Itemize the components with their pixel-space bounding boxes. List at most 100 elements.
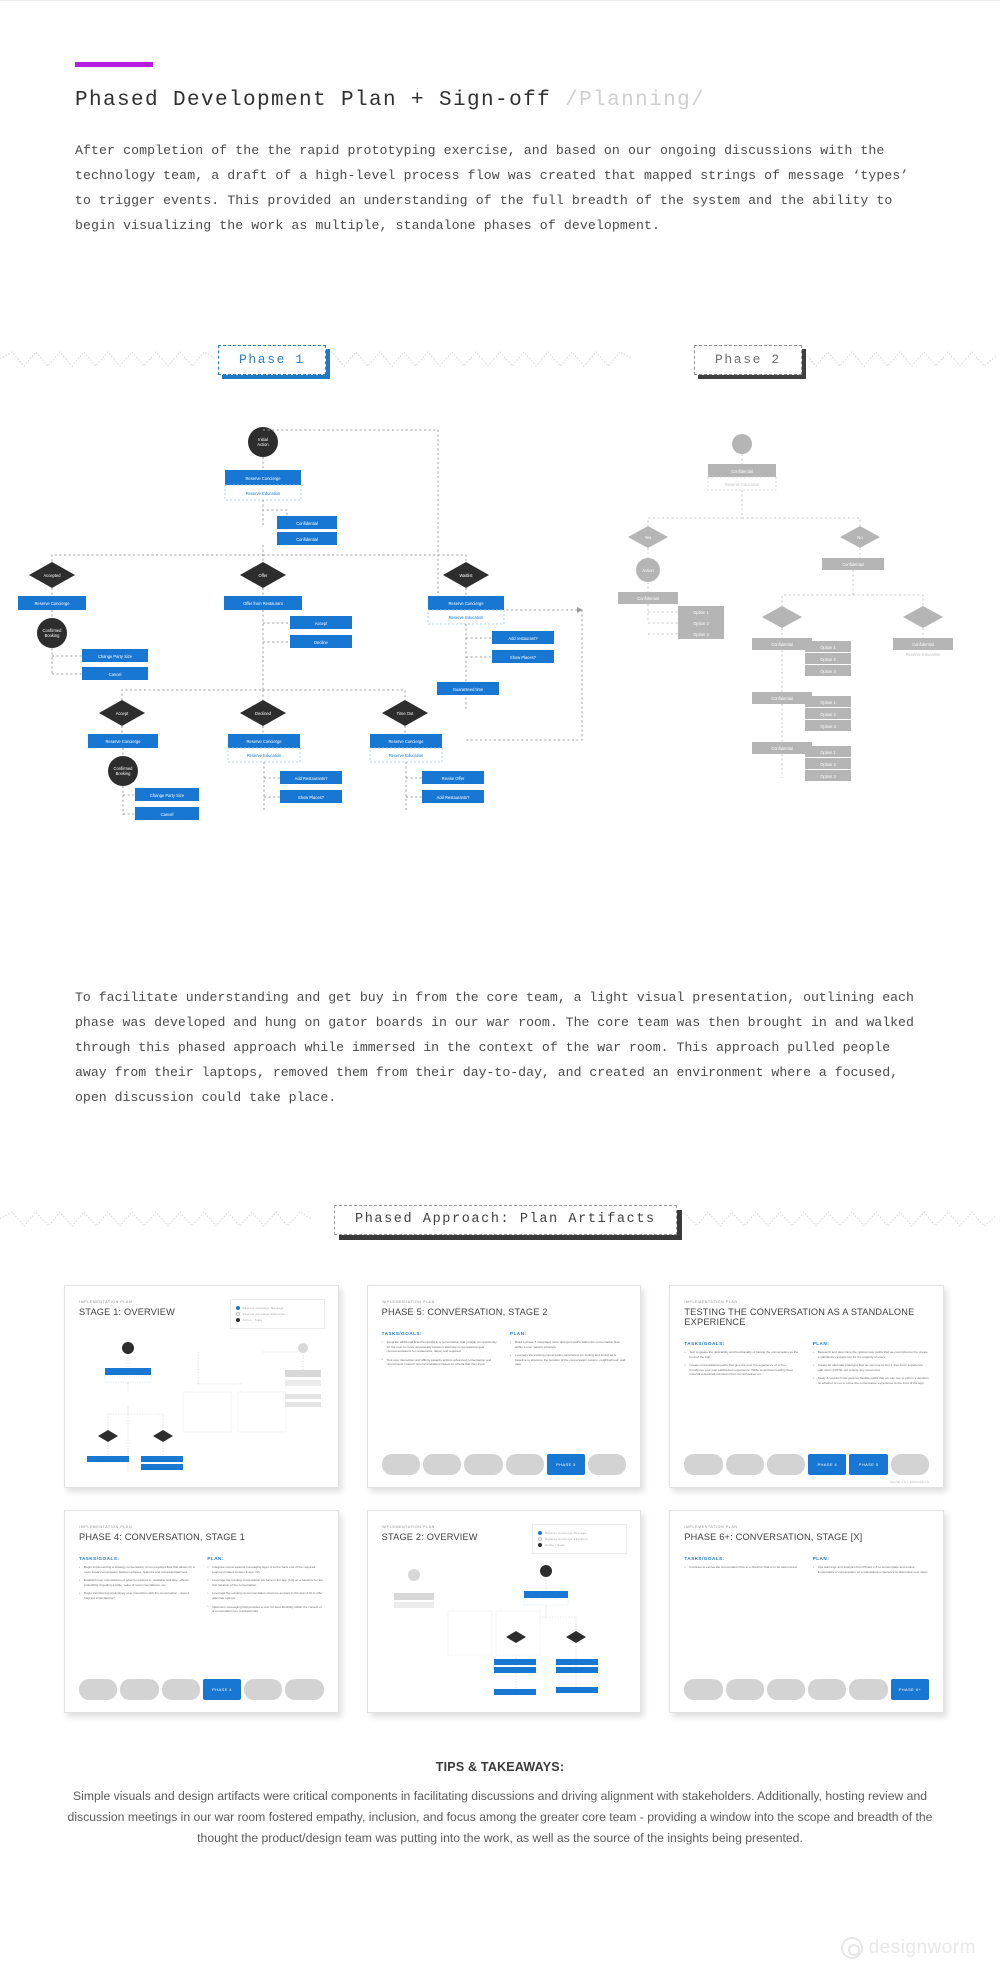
card-mini-diagram bbox=[376, 1559, 638, 1709]
legend-label: Action / State bbox=[545, 1543, 565, 1547]
phase-chip[interactable] bbox=[849, 1679, 888, 1700]
phase-chip-active[interactable]: PHASE 4 bbox=[202, 1679, 242, 1700]
svg-text:Show Places?: Show Places? bbox=[298, 795, 325, 800]
card-bullet: Use learnings and analytics from Phase 1… bbox=[813, 1564, 929, 1574]
svg-text:Confidential: Confidential bbox=[296, 537, 318, 542]
card-bullet: Leverage the existing conversation param… bbox=[510, 1353, 626, 1367]
card-bullet: Build a phase 5 integrated more divergen… bbox=[510, 1339, 626, 1349]
phase-chip[interactable] bbox=[684, 1679, 723, 1700]
svg-text:Confidential: Confidential bbox=[771, 696, 793, 701]
phase-chip-active[interactable]: PHASE 6+ bbox=[890, 1679, 930, 1700]
phase-chip[interactable] bbox=[890, 1454, 930, 1475]
phase-chip[interactable] bbox=[381, 1454, 420, 1475]
legend-dot-white bbox=[235, 1312, 240, 1316]
artifact-card-4[interactable]: IMPLEMENTATION PLAN PHASE 4: CONVERSATIO… bbox=[64, 1510, 339, 1713]
phase-chip[interactable] bbox=[725, 1679, 764, 1700]
card-column-head: PLAN: bbox=[510, 1331, 527, 1336]
svg-text:Reserve Education: Reserve Education bbox=[247, 753, 282, 758]
phase-chip[interactable] bbox=[684, 1454, 723, 1475]
artifact-card-grid: IMPLEMENTATION PLAN STAGE 1: OVERVIEW Re… bbox=[64, 1285, 945, 1735]
phase-chip[interactable] bbox=[120, 1679, 159, 1700]
phase-chip-active[interactable]: PHASE 5 bbox=[849, 1454, 888, 1475]
phase-chip-active[interactable]: PHASE 4 bbox=[808, 1454, 847, 1475]
phase-chip[interactable] bbox=[505, 1454, 544, 1475]
svg-text:Confidential: Confidential bbox=[842, 562, 864, 567]
svg-text:Guaranteed time: Guaranteed time bbox=[453, 687, 484, 692]
artifact-card-3[interactable]: IMPLEMENTATION PLAN TESTING THE CONVERSA… bbox=[669, 1285, 945, 1488]
tab-phase-1[interactable]: Phase 1 bbox=[218, 345, 326, 375]
svg-text:Decline: Decline bbox=[314, 640, 328, 645]
svg-text:Accept: Accept bbox=[315, 621, 328, 626]
legend-dot-dark bbox=[538, 1543, 543, 1547]
svg-text:Confidential: Confidential bbox=[912, 642, 934, 647]
svg-text:Add Restaurants?: Add Restaurants? bbox=[437, 795, 470, 800]
phase-chip[interactable] bbox=[464, 1454, 503, 1475]
legend-label: Reserve Concierge Message bbox=[242, 1306, 284, 1310]
card-bullet: Integrate additional branches/paths in a… bbox=[382, 1340, 498, 1354]
card-column-plan: PLAN: Research and determine the optimal… bbox=[813, 1341, 929, 1390]
phase-chip[interactable] bbox=[766, 1454, 806, 1475]
node-p2-diamond-right bbox=[903, 606, 943, 628]
svg-text:Option 1: Option 1 bbox=[820, 750, 836, 755]
svg-text:No: No bbox=[857, 535, 863, 540]
artifact-card-6[interactable]: IMPLEMENTATION PLAN PHASE 6+: CONVERSATI… bbox=[669, 1510, 945, 1713]
card-legend: Reserve Concierge Message Reserve Concie… bbox=[532, 1524, 628, 1554]
phase-chip[interactable] bbox=[725, 1454, 764, 1475]
banner-plan-artifacts[interactable]: Phased Approach: Plan Artifacts bbox=[334, 1205, 677, 1235]
phase-chip[interactable] bbox=[422, 1454, 462, 1475]
svg-text:Confidential: Confidential bbox=[771, 642, 793, 647]
svg-text:Offer from Restaurant: Offer from Restaurant bbox=[243, 601, 283, 606]
card-phase-note: PHASE 4 & 5 DISCUSSION bbox=[889, 1481, 930, 1484]
phase-chip[interactable] bbox=[808, 1679, 847, 1700]
card-bullet: Maximum messaging that provides a user f… bbox=[207, 1604, 323, 1614]
card-title: PHASE 5: CONVERSATION, STAGE 2 bbox=[381, 1307, 548, 1317]
card-bullet: Begin implementing a strategy conversati… bbox=[79, 1564, 195, 1574]
card-column-tasks: TASKS/GOALS: Continue to evolve the conv… bbox=[684, 1556, 800, 1578]
phase-chip[interactable] bbox=[285, 1679, 324, 1700]
card-eyebrow: IMPLEMENTATION PLAN bbox=[684, 1525, 738, 1529]
svg-text:Option 1: Option 1 bbox=[693, 610, 709, 615]
phase-chip[interactable] bbox=[161, 1679, 200, 1700]
svg-text:Change Party Size: Change Party Size bbox=[98, 654, 133, 659]
card-bullet: Leverage the existing recommendation str… bbox=[207, 1591, 323, 1600]
card-columns: TASKS/GOALS: Begin implementing a strate… bbox=[79, 1556, 324, 1618]
phase-chip[interactable] bbox=[766, 1679, 806, 1700]
artifact-card-5[interactable]: IMPLEMENTATION PLAN STAGE 2: OVERVIEW Re… bbox=[366, 1510, 642, 1713]
legend-label: Reserve Concierge Education bbox=[545, 1537, 588, 1541]
card-phase-bar: PHASE 6+ bbox=[684, 1679, 930, 1700]
legend-label: Reserve Concierge Message bbox=[545, 1531, 587, 1535]
legend-dot-dark bbox=[235, 1318, 240, 1322]
accent-bar bbox=[75, 62, 153, 67]
svg-text:Yes: Yes bbox=[645, 535, 652, 540]
card-columns: TASKS/GOALS: Test to gauge the desirabil… bbox=[684, 1341, 929, 1390]
legend-label: Action / State bbox=[242, 1318, 263, 1322]
svg-text:Declined: Declined bbox=[255, 711, 272, 716]
phase-chip[interactable] bbox=[588, 1454, 627, 1475]
card-title: TESTING THE CONVERSATION AS A STANDALONE… bbox=[684, 1307, 915, 1327]
svg-text:Reserve Concierge: Reserve Concierge bbox=[34, 601, 70, 606]
card-phase-bar: PHASE 5 bbox=[381, 1454, 627, 1475]
legend-dot-blue bbox=[235, 1306, 240, 1310]
svg-text:Show Places?: Show Places? bbox=[510, 655, 537, 660]
svg-text:Cancel: Cancel bbox=[161, 812, 174, 817]
svg-text:Booking: Booking bbox=[45, 633, 61, 638]
card-column-tasks: TASKS/GOALS: Integrate additional branch… bbox=[382, 1331, 498, 1371]
phase-chip[interactable] bbox=[79, 1679, 118, 1700]
svg-text:Reserve Education: Reserve Education bbox=[906, 652, 941, 657]
tab-phase-2[interactable]: Phase 2 bbox=[694, 345, 802, 375]
phase-chip[interactable] bbox=[244, 1679, 283, 1700]
svg-text:Revise Offer: Revise Offer bbox=[442, 776, 465, 781]
svg-text:Accepted: Accepted bbox=[43, 573, 61, 578]
artifact-card-1[interactable]: IMPLEMENTATION PLAN STAGE 1: OVERVIEW Re… bbox=[64, 1285, 339, 1488]
flowchart-svg: .conn { stroke:#9d9d9d; stroke-width:1; … bbox=[18, 427, 953, 820]
card-bullet: Test to gauge the desirability and funct… bbox=[684, 1349, 800, 1359]
artifact-card-2[interactable]: IMPLEMENTATION PLAN PHASE 5: CONVERSATIO… bbox=[366, 1285, 642, 1488]
card-column-head: TASKS/GOALS: bbox=[684, 1341, 725, 1346]
card-title: PHASE 6+: CONVERSATION, STAGE [X] bbox=[684, 1532, 863, 1542]
phase-chip-active[interactable]: PHASE 5 bbox=[546, 1454, 586, 1475]
svg-text:Time Out: Time Out bbox=[397, 711, 415, 716]
tips-heading: TIPS & TAKEAWAYS: bbox=[435, 1760, 565, 1774]
node-p2-diamond-left bbox=[762, 606, 802, 628]
svg-text:Reserve Concierge: Reserve Concierge bbox=[388, 739, 424, 744]
svg-text:Offer: Offer bbox=[258, 573, 268, 578]
